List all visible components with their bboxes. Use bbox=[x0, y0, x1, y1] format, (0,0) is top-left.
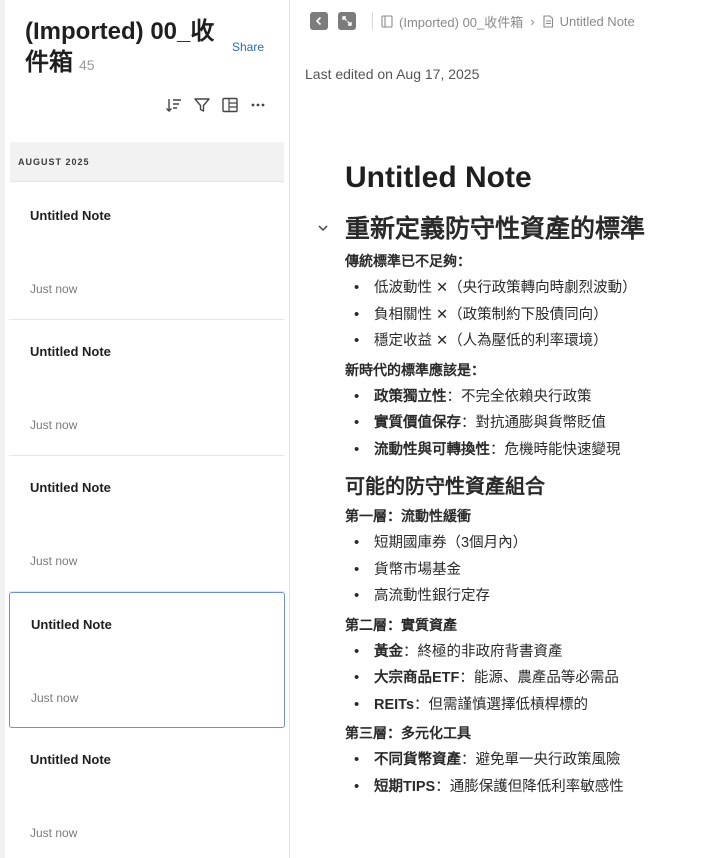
note-card-time: Just now bbox=[30, 826, 78, 840]
more-icon[interactable] bbox=[249, 95, 267, 115]
note-editor: (Imported) 00_收件箱 › Untitled Note Last e… bbox=[290, 0, 717, 858]
bullet-list: 短期國庫券（3個月內） 貨幣市場基金 高流動性銀行定存 bbox=[345, 530, 715, 610]
list-item: 大宗商品ETF：能源、農產品等必需品 bbox=[345, 665, 715, 692]
breadcrumb-note[interactable]: Untitled Note bbox=[560, 14, 635, 29]
heading-1-row: 重新定義防守性資產的標準 bbox=[318, 212, 715, 246]
list-item: 實質價值保存：對抗通膨與貨幣貶值 bbox=[345, 410, 715, 437]
bullet-list: 不同貨幣資產：避免單一央行政策風險 短期TIPS：通膨保護但降低利率敏感性 bbox=[345, 747, 715, 800]
sort-icon[interactable] bbox=[165, 95, 183, 115]
list-item-bold: 黃金 bbox=[374, 643, 403, 660]
list-toolbar bbox=[165, 95, 267, 115]
breadcrumb-notebook[interactable]: (Imported) 00_收件箱 bbox=[399, 12, 523, 31]
bullet-list: 黃金：終極的非政府背書資產 大宗商品ETF：能源、農產品等必需品 REITs：但… bbox=[345, 639, 715, 719]
list-item-text: ：通膨保護但降低利率敏感性 bbox=[435, 778, 624, 795]
list-item-text: ：對抗通膨與貨幣貶值 bbox=[461, 415, 606, 431]
list-item-bold: 政策獨立性 bbox=[374, 388, 447, 405]
list-item-text: ：能源、農產品等必需品 bbox=[459, 670, 619, 686]
last-edited: Last edited on Aug 17, 2025 bbox=[305, 66, 480, 82]
filter-icon[interactable] bbox=[193, 95, 211, 115]
bullet-list: 政策獨立性：不完全依賴央行政策 實質價值保存：對抗通膨與貨幣貶值 流動性與可轉換… bbox=[345, 384, 715, 464]
note-card-time: Just now bbox=[31, 691, 79, 705]
note-card-title: Untitled Note bbox=[30, 344, 111, 359]
list-item-bold: REITs bbox=[374, 696, 415, 713]
list-item: 黃金：終極的非政府背書資產 bbox=[345, 639, 715, 666]
list-item: 流動性與可轉換性：危機時能快速變現 bbox=[345, 437, 715, 464]
note-card-time: Just now bbox=[30, 418, 78, 432]
list-item-text: ：不完全依賴央行政策 bbox=[446, 388, 592, 405]
note-icon bbox=[542, 14, 554, 28]
subheading: 第三層：多元化工具 bbox=[345, 725, 471, 741]
divider bbox=[372, 12, 373, 30]
list-item: 低波動性 ✕（央行政策轉向時劇烈波動） bbox=[345, 275, 715, 302]
note-card[interactable]: Untitled Note Just now bbox=[9, 728, 285, 858]
expand-icon bbox=[342, 16, 352, 26]
list-item-text: ：危機時能快速變現 bbox=[490, 441, 621, 458]
list-item-text: ：終極的非政府背書資產 bbox=[403, 643, 563, 660]
share-button[interactable]: Share bbox=[232, 40, 264, 54]
heading-2: 可能的防守性資產組合 bbox=[345, 476, 545, 498]
subheading: 傳統標準已不足夠： bbox=[345, 253, 471, 269]
note-body[interactable]: Untitled Note 重新定義防守性資產的標準 傳統標準已不足夠： 低波動… bbox=[318, 160, 715, 800]
folder-title: (Imported) 00_收件箱 45 bbox=[25, 16, 235, 81]
note-card-time: Just now bbox=[30, 554, 78, 568]
note-title[interactable]: Untitled Note bbox=[345, 160, 715, 196]
list-item: 政策獨立性：不完全依賴央行政策 bbox=[345, 384, 715, 411]
expand-editor-button[interactable] bbox=[338, 12, 356, 30]
editor-topbar: (Imported) 00_收件箱 › Untitled Note bbox=[310, 11, 635, 31]
list-item-bold: 大宗商品ETF bbox=[374, 670, 460, 686]
list-item: 高流動性銀行定存 bbox=[345, 583, 715, 610]
note-card-title: Untitled Note bbox=[30, 208, 111, 223]
note-card-selected[interactable]: Untitled Note Just now bbox=[9, 592, 285, 728]
layout-icon[interactable] bbox=[221, 95, 239, 115]
collapse-sidebar-button[interactable] bbox=[310, 12, 328, 30]
breadcrumb-separator: › bbox=[530, 13, 535, 29]
month-header: AUGUST 2025 bbox=[10, 142, 284, 182]
list-item: 貨幣市場基金 bbox=[345, 557, 715, 584]
subheading: 第二層：實質資產 bbox=[345, 616, 457, 633]
note-list-panel: (Imported) 00_收件箱 45 Share AUGUST 2025 Un… bbox=[0, 0, 290, 858]
list-item-text: ：但需謹慎選擇低槓桿標的 bbox=[414, 696, 589, 713]
list-item-bold: 實質價值保存 bbox=[374, 415, 461, 431]
list-item-bold: 短期TIPS bbox=[374, 778, 436, 795]
notebook-icon bbox=[381, 14, 393, 28]
note-count: 45 bbox=[79, 57, 95, 73]
list-item: 穩定收益 ✕（人為壓低的利率環境） bbox=[345, 328, 715, 355]
list-item-text: ：避免單一央行政策風險 bbox=[461, 752, 621, 768]
note-card-title: Untitled Note bbox=[31, 617, 112, 632]
bullet-list: 低波動性 ✕（央行政策轉向時劇烈波動） 負相關性 ✕（政策制約下股債同向） 穩定… bbox=[345, 275, 715, 355]
note-card-title: Untitled Note bbox=[30, 480, 111, 495]
list-item: 不同貨幣資產：避免單一央行政策風險 bbox=[345, 747, 715, 774]
list-item: 負相關性 ✕（政策制約下股債同向） bbox=[345, 302, 715, 329]
list-item: 短期TIPS：通膨保護但降低利率敏感性 bbox=[345, 774, 715, 801]
note-card-time: Just now bbox=[30, 282, 78, 296]
list-item: REITs：但需謹慎選擇低槓桿標的 bbox=[345, 692, 715, 719]
list-item-bold: 不同貨幣資產 bbox=[374, 752, 461, 768]
note-card[interactable]: Untitled Note Just now bbox=[9, 456, 285, 592]
note-card-title: Untitled Note bbox=[30, 752, 111, 767]
note-card[interactable]: Untitled Note Just now bbox=[9, 184, 285, 320]
note-list: Untitled Note Just now Untitled Note Jus… bbox=[9, 184, 285, 858]
list-item-bold: 流動性與可轉換性 bbox=[374, 441, 490, 458]
heading-1: 重新定義防守性資產的標準 bbox=[345, 215, 646, 243]
subheading: 第一層：流動性緩衝 bbox=[345, 508, 471, 524]
subheading: 新時代的標準應該是： bbox=[345, 361, 485, 378]
chevron-down-icon[interactable] bbox=[317, 222, 329, 234]
chevron-left-icon bbox=[315, 16, 322, 26]
note-card[interactable]: Untitled Note Just now bbox=[9, 320, 285, 456]
list-item: 短期國庫券（3個月內） bbox=[345, 530, 715, 557]
folder-title-text: (Imported) 00_收件箱 bbox=[25, 18, 215, 76]
